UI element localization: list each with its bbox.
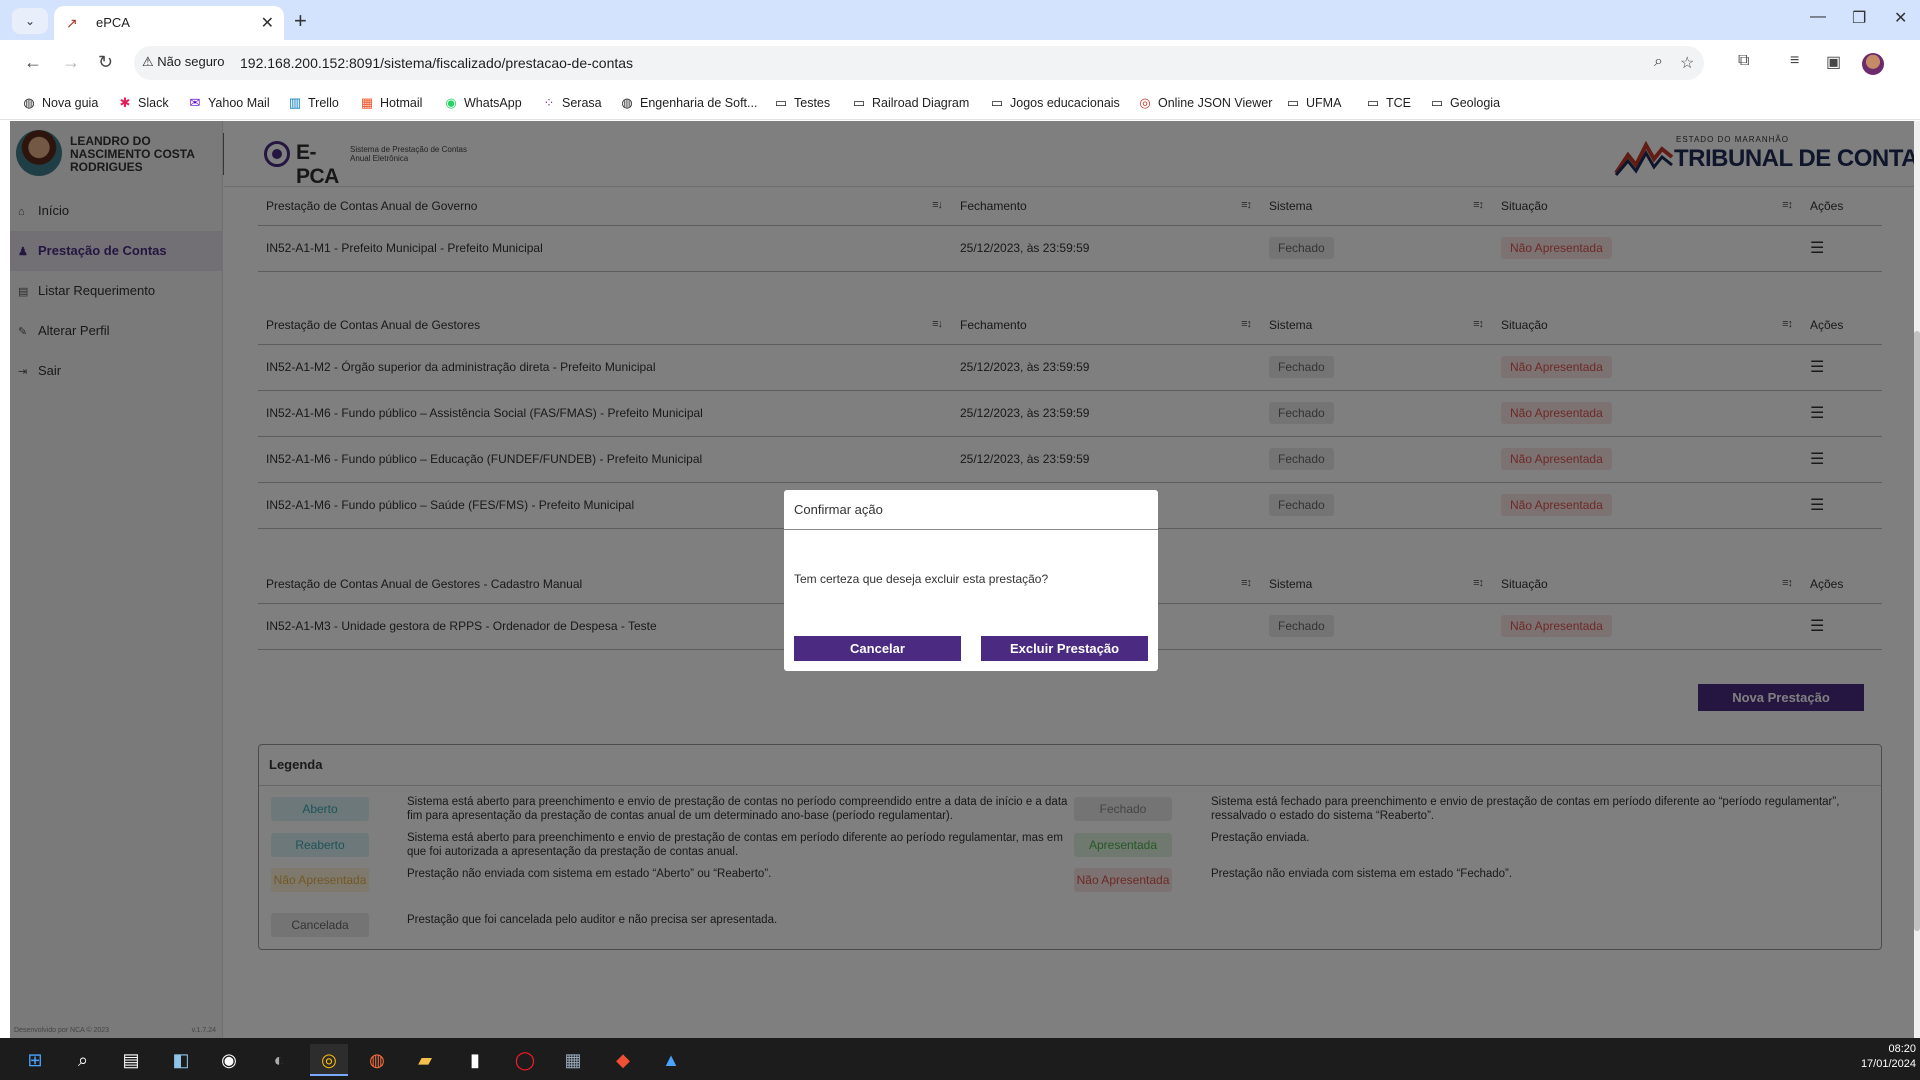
app-icon[interactable]: ◐ (260, 1044, 298, 1076)
restore-icon[interactable]: ❐ (1852, 8, 1866, 28)
media-icon[interactable]: ≡ (1790, 52, 1799, 70)
bookmark-label: Geologia (1450, 96, 1501, 110)
serasa-icon: ⁘ (543, 95, 555, 110)
minimize-icon[interactable]: — (1810, 8, 1826, 26)
windows-start-icon[interactable]: ⊞ (16, 1044, 54, 1076)
bookmark-label: Slack (138, 96, 169, 110)
globe-icon: ◍ (621, 95, 633, 110)
notepad-icon[interactable]: ◧ (162, 1044, 200, 1076)
url-text: 192.168.200.152:8091/sistema/fiscalizado… (240, 55, 634, 71)
cancel-button[interactable]: Cancelar (794, 636, 961, 661)
confirm-dialog: Confirmar ação Tem certeza que deseja ex… (784, 490, 1158, 671)
bookmark-label: Railroad Diagram (872, 96, 970, 110)
clock-time: 08:20 (1888, 1043, 1916, 1055)
folder-icon: ▭ (1430, 95, 1444, 110)
bookmark-item[interactable]: ◉ WhatsApp (444, 86, 522, 120)
terminal-icon[interactable]: ▮ (456, 1044, 494, 1076)
github-icon[interactable]: ◉ (210, 1044, 248, 1076)
browser-tab[interactable]: ↗ ePCA ✕ (54, 6, 284, 40)
clock-date: 17/01/2024 (1860, 1058, 1916, 1070)
epca-favicon-icon: ↗ (66, 15, 78, 31)
side-panel-icon[interactable]: ▣ (1826, 52, 1841, 72)
bookmark-item[interactable]: ◎ Online JSON Viewer (1138, 86, 1272, 120)
scrollbar-thumb[interactable] (1914, 331, 1920, 931)
windows-icon: ▦ (360, 95, 374, 110)
bookmark-label: WhatsApp (464, 96, 522, 110)
address-bar[interactable]: ⚠ Não seguro 192.168.200.152:8091/sistem… (134, 46, 1704, 80)
mail-icon: ✉ (189, 95, 201, 110)
close-window-icon[interactable]: ✕ (1894, 8, 1907, 28)
bookmark-star-icon[interactable]: ☆ (1680, 53, 1694, 73)
bookmark-item[interactable]: ⁘ Serasa (542, 86, 602, 120)
bookmark-label: Yahoo Mail (208, 96, 270, 110)
bookmark-label: Hotmail (380, 96, 423, 110)
bookmark-item[interactable]: ▥ Trello (288, 86, 339, 120)
bookmark-label: Trello (308, 96, 339, 110)
firefox-icon[interactable]: ◍ (358, 1044, 396, 1076)
bookmark-item[interactable]: ▭ Testes (774, 86, 830, 120)
profile-avatar[interactable] (1862, 53, 1884, 75)
tab-title: ePCA (96, 15, 130, 30)
tab-search-button[interactable]: ⌄ (12, 8, 48, 34)
folder-icon: ▭ (990, 95, 1004, 110)
bookmark-item[interactable]: ▭ UFMA (1286, 86, 1342, 120)
dialog-title: Confirmar ação (794, 502, 883, 517)
folder-icon: ▭ (1366, 95, 1380, 110)
opera-icon[interactable]: ◯ (506, 1044, 544, 1076)
extensions-icon[interactable]: ⧉ (1738, 52, 1749, 70)
bookmark-label: TCE (1386, 96, 1411, 110)
bookmark-label: Jogos educacionais (1010, 96, 1120, 110)
browser-toolbar: ← → ↻ ⚠ Não seguro 192.168.200.152:8091/… (0, 40, 1920, 86)
dialog-message: Tem certeza que deseja excluir esta pres… (794, 572, 1049, 586)
bookmark-item[interactable]: ▭ Geologia (1430, 86, 1500, 120)
folder-icon: ▭ (774, 95, 788, 110)
system-clock[interactable]: 08:20 17/01/2024 (1861, 1042, 1916, 1072)
bookmark-item[interactable]: ◍ Nova guia (22, 86, 98, 120)
security-label: Não seguro (157, 54, 225, 69)
chrome-icon[interactable]: ◎ (310, 1044, 348, 1076)
security-warning[interactable]: ⚠ Não seguro (142, 54, 225, 70)
divider (784, 529, 1158, 530)
forward-icon[interactable]: → (62, 52, 80, 73)
zoom-icon[interactable]: ⌕ (1654, 53, 1663, 71)
file-explorer-icon[interactable]: ▰ (406, 1044, 444, 1076)
windows-taskbar: ⊞ ⌕ ▤ ◧ ◉ ◐ ◎ ◍ ▰ ▮ ◯ ▦ ◆ ▲ 08:20 17/01/… (0, 1038, 1920, 1080)
bookmark-label: Engenharia de Soft... (640, 96, 758, 110)
delete-prestacao-button[interactable]: Excluir Prestação (981, 636, 1148, 661)
folder-icon: ▭ (1286, 95, 1300, 110)
globe-icon: ◍ (23, 95, 35, 110)
search-icon[interactable]: ⌕ (64, 1044, 102, 1076)
bookmarks-bar: ◍ Nova guia ✱ Slack ✉ Yahoo Mail ▥ Trello ▦ H… (0, 86, 1920, 120)
bookmark-item[interactable]: ✱ Slack (118, 86, 169, 120)
page-scrollbar[interactable] (1914, 121, 1920, 1038)
bookmark-item[interactable]: ▭ Railroad Diagram (852, 86, 969, 120)
bookmark-item[interactable]: ▭ Jogos educacionais (990, 86, 1120, 120)
git-icon[interactable]: ◆ (604, 1044, 642, 1076)
calculator-icon[interactable]: ▦ (554, 1044, 592, 1076)
task-view-icon[interactable]: ▤ (112, 1044, 150, 1076)
bookmark-label: Testes (794, 96, 831, 110)
close-tab-icon[interactable]: ✕ (261, 13, 274, 33)
trello-icon: ▥ (288, 95, 302, 110)
bookmark-label: UFMA (1306, 96, 1342, 110)
bookmark-label: Online JSON Viewer (1158, 96, 1273, 110)
photos-icon[interactable]: ▲ (652, 1044, 690, 1076)
bookmark-label: Nova guia (42, 96, 99, 110)
whatsapp-icon: ◉ (445, 95, 457, 110)
folder-icon: ▭ (852, 95, 866, 110)
browser-tabstrip: ⌄ ↗ ePCA ✕ + — ❐ ✕ (0, 0, 1920, 40)
bookmark-item[interactable]: ▦ Hotmail (360, 86, 423, 120)
json-viewer-icon: ◎ (1139, 95, 1151, 110)
slack-icon: ✱ (119, 95, 131, 110)
reload-icon[interactable]: ↻ (98, 52, 113, 73)
bookmark-item[interactable]: ◍ Engenharia de Soft... (620, 86, 757, 120)
bookmark-item[interactable]: ▭ TCE (1366, 86, 1411, 120)
bookmark-label: Serasa (562, 96, 602, 110)
back-icon[interactable]: ← (24, 52, 42, 73)
new-tab-button[interactable]: + (294, 8, 307, 34)
bookmark-item[interactable]: ✉ Yahoo Mail (188, 86, 270, 120)
